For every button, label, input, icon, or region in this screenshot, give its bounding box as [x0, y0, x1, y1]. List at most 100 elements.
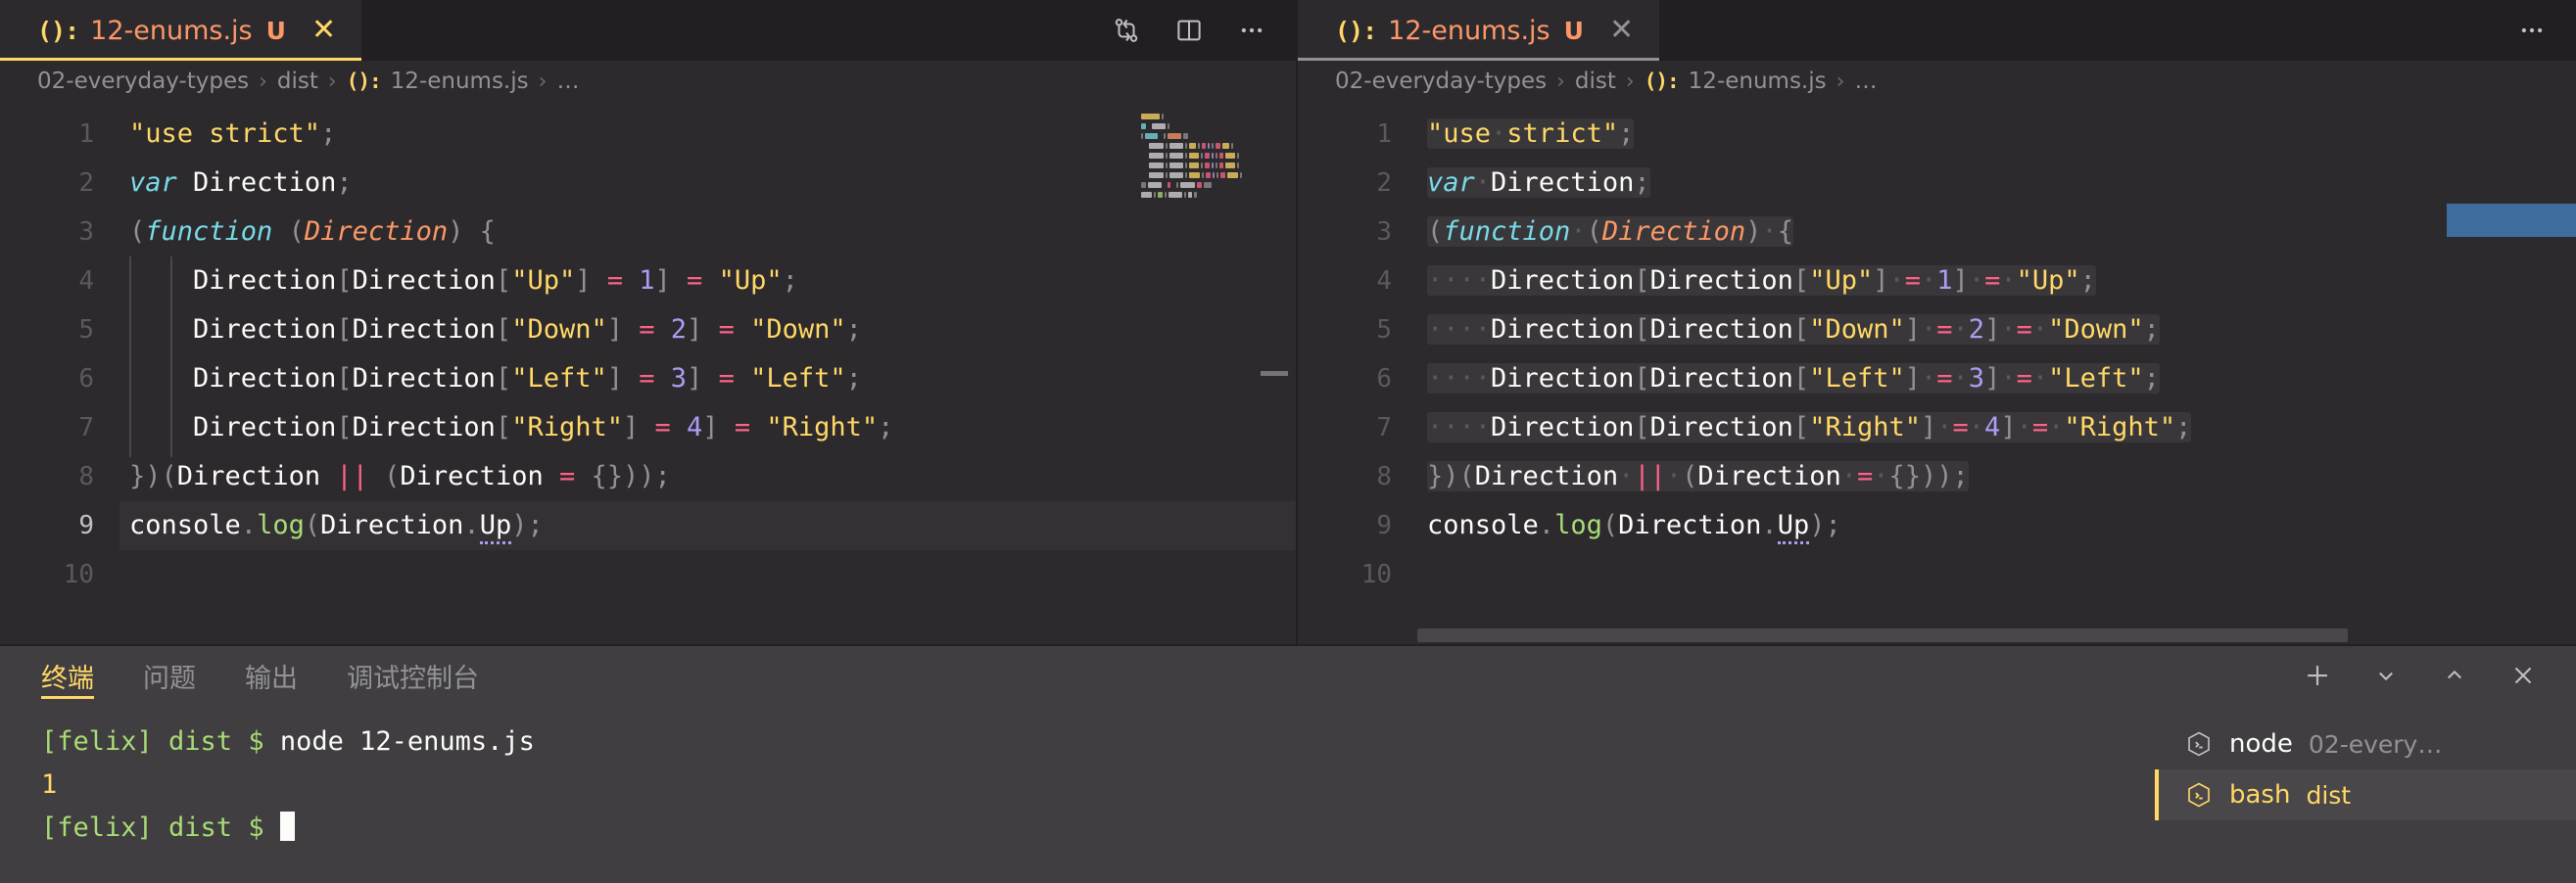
code-content-right[interactable]: "use·strict"; var·Direction; (function·(Di…: [1417, 102, 2576, 644]
minimap-row: [1141, 114, 1242, 119]
terminal-list-item-node[interactable]: node 02-every…: [2155, 719, 2576, 769]
code-token: Direction: [352, 412, 496, 442]
line-number: 2: [78, 168, 94, 198]
breadcrumb-item-0[interactable]: 02-everyday-types: [37, 69, 249, 94]
code-line[interactable]: Direction[Direction["Left"] = 3] = "Left…: [119, 354, 1296, 403]
editor-tab-12-enums-js-right[interactable]: (): 12-enums.js U ✕: [1298, 0, 1660, 61]
code-token: Direction: [1601, 216, 1746, 247]
code-line[interactable]: ····Direction[Direction["Up"]·=·1]·=·"Up…: [1417, 256, 2576, 305]
compare-changes-icon[interactable]: [1110, 14, 1143, 47]
terminal-list-item-name: node: [2229, 729, 2293, 759]
code-token: {: [1777, 216, 1793, 247]
editor-tab-12-enums-js[interactable]: (): 12-enums.js U ✕: [0, 0, 362, 61]
tabbar-right: (): 12-enums.js U ✕: [1298, 0, 2576, 61]
breadcrumb-separator: ›: [1836, 69, 1845, 94]
code-token: [: [1634, 412, 1650, 442]
code-token: ;: [878, 412, 894, 442]
line-number: 3: [78, 217, 94, 247]
code-content-left[interactable]: "use strict"; var Direction; (function (Di…: [119, 102, 1296, 644]
code-line[interactable]: console.log(Direction.Up);: [1417, 501, 2576, 550]
vscode-window: (): 12-enums.js U ✕ 02-everyday-types › …: [0, 0, 2576, 883]
code-line[interactable]: console.log(Direction.Up);: [119, 501, 1296, 550]
breadcrumb-item-3[interactable]: …: [1854, 69, 1877, 94]
code-token: =: [639, 412, 688, 442]
code-token: ]: [1904, 363, 1921, 394]
code-token: ]: [1984, 314, 2001, 345]
maximize-panel-icon[interactable]: [2437, 658, 2472, 693]
panel-tab-0[interactable]: 终端: [41, 644, 94, 707]
code-token: ]: [702, 412, 719, 442]
more-actions-icon[interactable]: [2515, 14, 2549, 47]
code-line[interactable]: "use·strict";: [1417, 110, 2576, 159]
panel-tab-3[interactable]: 调试控制台: [347, 644, 479, 707]
code-line[interactable]: (function (Direction) {: [119, 208, 1296, 256]
line-number: 5: [1376, 315, 1392, 345]
code-line[interactable]: Direction[Direction["Down"] = 2] = "Down…: [119, 305, 1296, 354]
code-token: [: [336, 412, 353, 442]
line-number: 5: [78, 315, 94, 345]
code-token: "Left": [750, 363, 846, 394]
panel-actions: [2300, 658, 2576, 693]
code-token: strict": [1506, 118, 1619, 149]
close-panel-icon[interactable]: [2505, 658, 2541, 693]
code-token: Direction: [193, 363, 337, 394]
code-token: Direction: [1491, 363, 1635, 394]
terminal-list-item-name: bash: [2229, 780, 2291, 810]
terminal-list-item-bash[interactable]: bash dist: [2155, 769, 2576, 820]
breadcrumb-separator: ›: [1556, 69, 1565, 94]
code-viewport-left[interactable]: 1 2 3 4 5 6 7 8 9 10 "use strict"; var Direction;(…: [0, 102, 1296, 644]
code-token: (: [129, 216, 146, 247]
code-token: =: [2016, 363, 2032, 394]
code-token: 3: [670, 363, 688, 394]
panel-tab-2[interactable]: 输出: [245, 644, 298, 707]
code-token: ····: [1427, 412, 1492, 442]
code-line[interactable]: })(Direction || (Direction = {}));: [119, 452, 1296, 501]
indent-guide: [129, 256, 131, 457]
code-line[interactable]: Direction[Direction["Up"] = 1] = "Up";: [119, 256, 1296, 305]
code-token: (: [1682, 461, 1698, 491]
code-line[interactable]: var·Direction;: [1417, 159, 2576, 208]
code-token: =: [702, 363, 751, 394]
breadcrumb-item-2[interactable]: 12-enums.js: [1689, 69, 1827, 94]
code-line[interactable]: ····Direction[Direction["Right"]·=·4]·=·…: [1417, 403, 2576, 452]
code-token: [: [1792, 314, 1810, 345]
breadcrumb-separator: ›: [1625, 69, 1635, 94]
code-token: Direction: [320, 510, 464, 540]
breadcrumb-item-1[interactable]: dist: [277, 69, 318, 94]
code-token: 2: [670, 314, 688, 345]
breadcrumb-item-2[interactable]: 12-enums.js: [391, 69, 529, 94]
code-token: =: [2031, 412, 2049, 442]
terminal-box-icon: [2184, 780, 2214, 810]
code-line[interactable]: ····Direction[Direction["Left"]·=·3]·=·"…: [1417, 354, 2576, 403]
panel-tab-1[interactable]: 问题: [143, 644, 196, 707]
terminal-output[interactable]: [felix] dist $ node 12-enums.js 1 [felix] …: [0, 707, 2155, 883]
breadcrumb-item-1[interactable]: dist: [1575, 69, 1616, 94]
code-line[interactable]: [1417, 550, 2576, 599]
close-icon[interactable]: ✕: [1609, 16, 1634, 45]
horizontal-scrollbar-right[interactable]: [1417, 628, 2348, 642]
code-viewport-right[interactable]: 1 2 3 4 5 6 7 8 9 10 "use·strict"; var·Direction;(…: [1298, 102, 2576, 644]
close-icon[interactable]: ✕: [311, 16, 336, 45]
code-line[interactable]: })(Direction·||·(Direction·=·{}));: [1417, 452, 2576, 501]
code-line[interactable]: [119, 550, 1296, 599]
tab-unsaved-badge: U: [1563, 16, 1584, 45]
minimap-row: [1141, 123, 1242, 129]
code-line[interactable]: "use strict";: [119, 110, 1296, 159]
breadcrumb-item-3[interactable]: …: [556, 69, 579, 94]
new-terminal-icon[interactable]: [2300, 658, 2335, 693]
breadcrumb-item-0[interactable]: 02-everyday-types: [1335, 69, 1547, 94]
code-line[interactable]: Direction[Direction["Right"] = 4] = "Rig…: [119, 403, 1296, 452]
chevron-down-icon[interactable]: [2368, 658, 2404, 693]
code-token: ·: [1952, 314, 1969, 345]
code-line[interactable]: (function·(Direction)·{: [1417, 208, 2576, 256]
tabbar-actions-right: [2515, 0, 2576, 61]
split-editor-icon[interactable]: [1172, 14, 1206, 47]
line-number: 4: [78, 266, 94, 296]
code-token: [: [1634, 314, 1650, 345]
code-line[interactable]: var Direction;: [119, 159, 1296, 208]
more-actions-icon[interactable]: [1235, 14, 1268, 47]
code-token: [: [495, 314, 512, 345]
code-line[interactable]: ····Direction[Direction["Down"]·=·2]·=·"…: [1417, 305, 2576, 354]
